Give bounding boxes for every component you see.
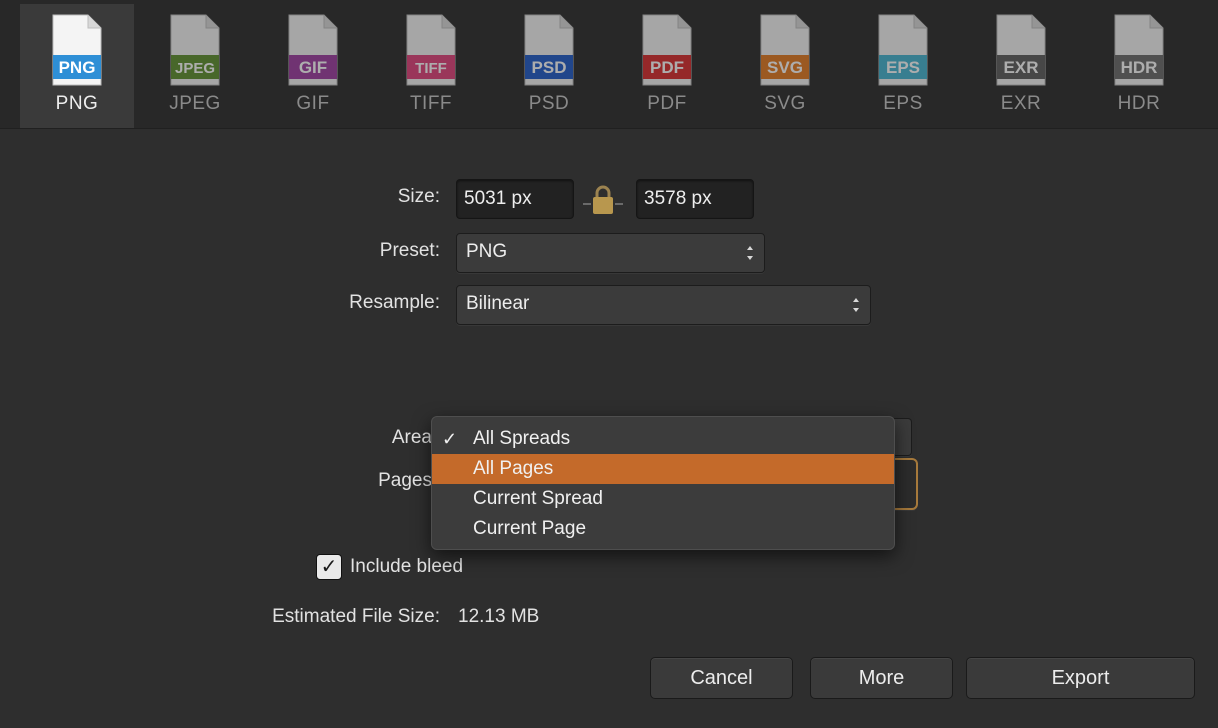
format-badge: PSD: [532, 58, 567, 77]
format-name: PDF: [647, 93, 687, 114]
resample-value: Bilinear: [466, 293, 530, 314]
size-label: Size:: [397, 186, 440, 207]
export-button[interactable]: Export: [966, 657, 1195, 699]
format-name: HDR: [1117, 93, 1161, 114]
format-name: PNG: [55, 93, 99, 114]
checkmark-icon: ✓: [442, 429, 458, 449]
format-tab-exr[interactable]: EXR EXR: [964, 4, 1078, 128]
format-badge: PDF: [650, 58, 684, 77]
menu-item-current-spread[interactable]: Current Spread: [432, 484, 894, 514]
exr-file-icon: EXR: [996, 14, 1046, 86]
svg-file-icon: SVG: [760, 14, 810, 86]
preset-value: PNG: [466, 241, 508, 262]
format-tab-eps[interactable]: EPS EPS: [846, 4, 960, 128]
format-tab-svg[interactable]: SVG SVG: [728, 4, 842, 128]
height-input[interactable]: 3578 px: [636, 179, 754, 219]
format-tab-gif[interactable]: GIF GIF: [256, 4, 370, 128]
menu-item-label: Current Page: [473, 518, 587, 539]
menu-item-label: All Pages: [473, 458, 554, 479]
pdf-file-icon: PDF: [642, 14, 692, 86]
format-name: EPS: [883, 93, 923, 114]
more-button[interactable]: More: [810, 657, 953, 699]
area-label: Area: [391, 427, 432, 448]
format-badge: TIFF: [415, 60, 447, 77]
png-file-icon: PNG: [52, 14, 102, 86]
format-name: JPEG: [169, 93, 221, 114]
preset-select[interactable]: PNG: [456, 233, 765, 273]
format-badge: HDR: [1121, 58, 1158, 77]
pages-label: Pages: [378, 470, 432, 491]
gif-file-icon: GIF: [288, 14, 338, 86]
format-badge: EPS: [886, 58, 920, 77]
format-name: EXR: [1000, 93, 1042, 114]
format-name: TIFF: [409, 93, 453, 114]
format-name: GIF: [296, 93, 330, 114]
include-bleed-label[interactable]: Include bleed: [350, 556, 463, 578]
format-tab-tiff[interactable]: TIFF TIFF: [374, 4, 488, 128]
resample-select[interactable]: Bilinear: [456, 285, 871, 325]
file-size-label: Estimated File Size:: [272, 606, 440, 627]
file-size-value: 12.13 MB: [458, 606, 540, 627]
tiff-file-icon: TIFF: [406, 14, 456, 86]
stepper-icon: [747, 246, 753, 260]
area-dropdown-menu: ✓ All Spreads All Pages Current Spread Curre…: [431, 416, 895, 550]
format-tab-png[interactable]: PNG PNG: [20, 4, 134, 128]
psd-file-icon: PSD: [524, 14, 574, 86]
format-tab-hdr[interactable]: HDR HDR: [1082, 4, 1196, 128]
format-tab-psd[interactable]: PSD PSD: [492, 4, 606, 128]
include-bleed-checkbox[interactable]: ✓: [316, 554, 342, 580]
menu-item-all-spreads[interactable]: ✓ All Spreads: [432, 424, 894, 454]
format-name: PSD: [528, 93, 570, 114]
menu-item-all-pages[interactable]: All Pages: [432, 454, 894, 484]
menu-item-label: All Spreads: [473, 428, 571, 449]
format-name: SVG: [764, 93, 806, 114]
hdr-file-icon: HDR: [1114, 14, 1164, 86]
aspect-lock-icon[interactable]: [581, 183, 625, 217]
stepper-icon: [853, 298, 859, 312]
format-badge: JPEG: [175, 60, 215, 77]
format-badge: SVG: [767, 58, 803, 77]
format-badge: EXR: [1004, 58, 1039, 77]
menu-item-label: Current Spread: [473, 488, 603, 509]
preset-label: Preset:: [379, 240, 440, 261]
format-badge: GIF: [299, 58, 327, 77]
format-toolbar: PNG PNG JPEG JPEG GIF GIF TIFF TIFF PSD PSD PDF PDF…: [0, 0, 1218, 129]
resample-label: Resample:: [349, 292, 440, 313]
format-badge: PNG: [59, 58, 96, 77]
jpeg-file-icon: JPEG: [170, 14, 220, 86]
format-tab-pdf[interactable]: PDF PDF: [610, 4, 724, 128]
eps-file-icon: EPS: [878, 14, 928, 86]
menu-item-current-page[interactable]: Current Page: [432, 514, 894, 544]
format-tab-jpeg[interactable]: JPEG JPEG: [138, 4, 252, 128]
width-input[interactable]: 5031 px: [456, 179, 574, 219]
cancel-button[interactable]: Cancel: [650, 657, 793, 699]
